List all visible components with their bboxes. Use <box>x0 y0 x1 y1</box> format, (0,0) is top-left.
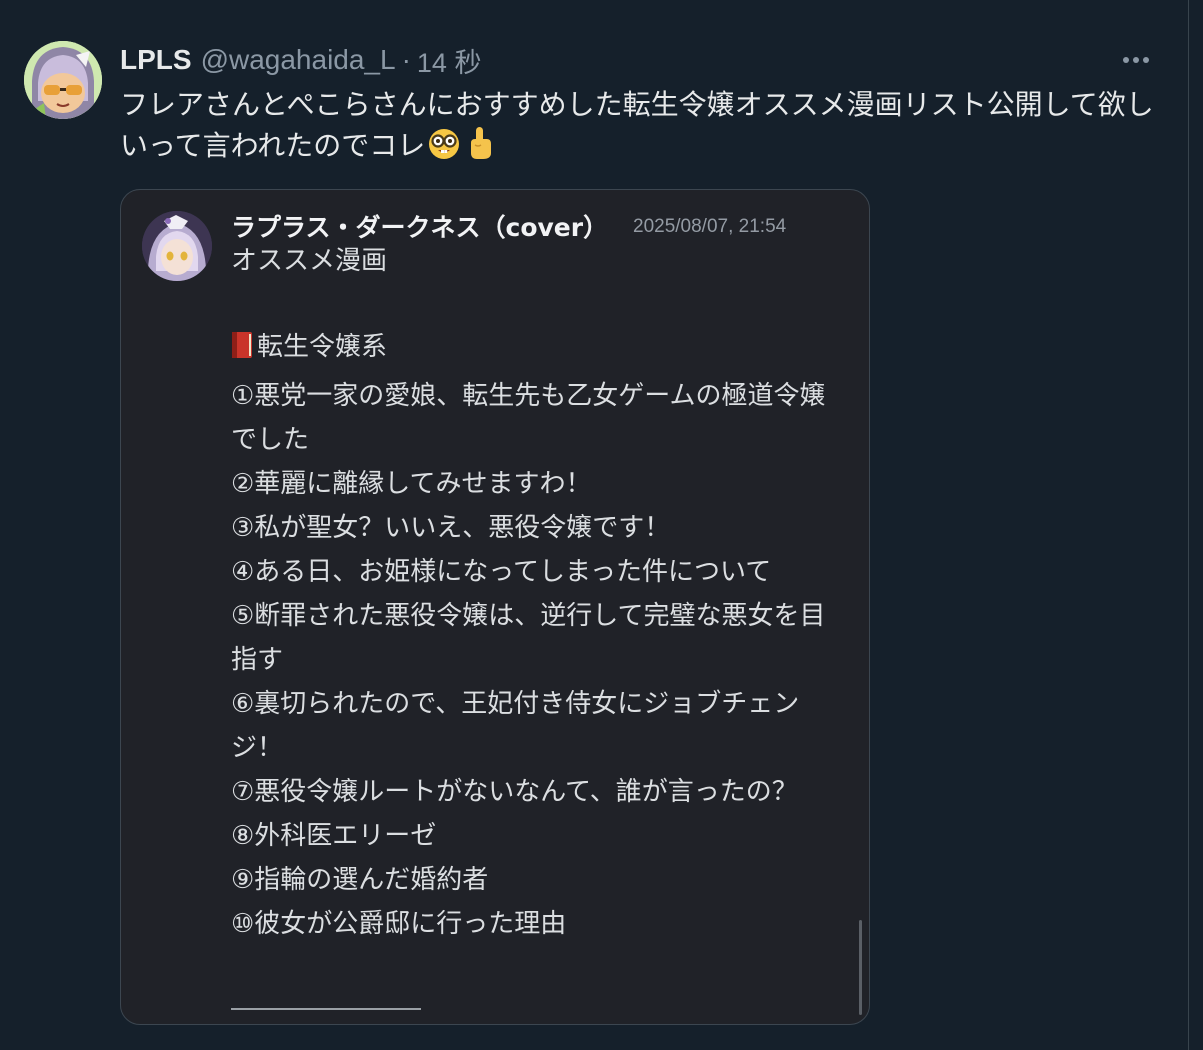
list-item: ②華麗に離縁してみせますわ！ <box>231 469 592 499</box>
card-subtitle: オススメ漫画 <box>231 246 388 276</box>
list-item: ⑧外科医エリーゼ <box>231 821 437 851</box>
list-item: ⑨指輪の選んだ婚約者 <box>231 865 489 895</box>
list-item: ⑥裏切られたので、王妃付き侍女にジョブチェンジ！ <box>231 689 800 763</box>
user-handle[interactable]: @wagahaida_L <box>201 44 396 76</box>
timestamp[interactable]: 14 秒 <box>417 41 482 80</box>
card-scrollbar[interactable] <box>859 920 862 1015</box>
tweet-text-content: フレアさんとぺこらさんにおすすめした転生令嬢オススメ漫画リスト公開して欲しいって… <box>120 88 1154 162</box>
more-options-icon[interactable] <box>1114 46 1158 74</box>
tweet-header: LPLS @wagahaida_L · 14 秒 <box>120 42 481 78</box>
separator-dot: · <box>401 44 411 75</box>
timeline-divider <box>1188 0 1189 1050</box>
tweet-text: フレアさんとぺこらさんにおすすめした転生令嬢オススメ漫画リスト公開して欲しいって… <box>120 84 1160 172</box>
list-item: ⑤断罪された悪役令嬢は、逆行して完璧な悪女を目指す <box>231 601 826 675</box>
nerd-face-emoji <box>427 127 461 172</box>
card-author-avatar[interactable] <box>142 211 212 281</box>
card-author-name[interactable]: ラプラス・ダークネス（cover） <box>231 208 608 244</box>
card-body: オススメ漫画 転生令嬢系 ①悪党一家の愛娘、転生先も乙女ゲームの極道令嬢でした … <box>231 242 841 946</box>
display-name[interactable]: LPLS <box>120 44 192 76</box>
tweet[interactable]: LPLS @wagahaida_L · 14 秒 フレアさんとぺこらさんにおすす… <box>0 0 1188 1050</box>
section-title-line: 転生令嬢系 <box>231 328 841 366</box>
list-item: ①悪党一家の愛娘、転生先も乙女ゲームの極道令嬢でした <box>231 381 826 455</box>
card-divider <box>231 1008 421 1010</box>
red-book-icon <box>231 331 253 359</box>
pointing-up-emoji <box>463 125 497 172</box>
manga-list: ①悪党一家の愛娘、転生先も乙女ゲームの極道令嬢でした ②華麗に離縁してみせますわ… <box>231 374 841 946</box>
card-date: 2025/08/07, 21:54 <box>633 216 787 237</box>
list-item: ③私が聖女？いいえ、悪役令嬢です！ <box>231 513 671 543</box>
list-item: ⑦悪役令嬢ルートがないなんて、誰が言ったの？ <box>231 777 798 807</box>
quoted-card[interactable]: ラプラス・ダークネス（cover） 2025/08/07, 21:54 オススメ… <box>120 189 870 1025</box>
section-title: 転生令嬢系 <box>257 332 388 362</box>
list-item: ④ある日、お姫様になってしまった件について <box>231 557 772 587</box>
user-avatar[interactable] <box>24 41 102 119</box>
list-item: ⑩彼女が公爵邸に行った理由 <box>231 909 567 939</box>
